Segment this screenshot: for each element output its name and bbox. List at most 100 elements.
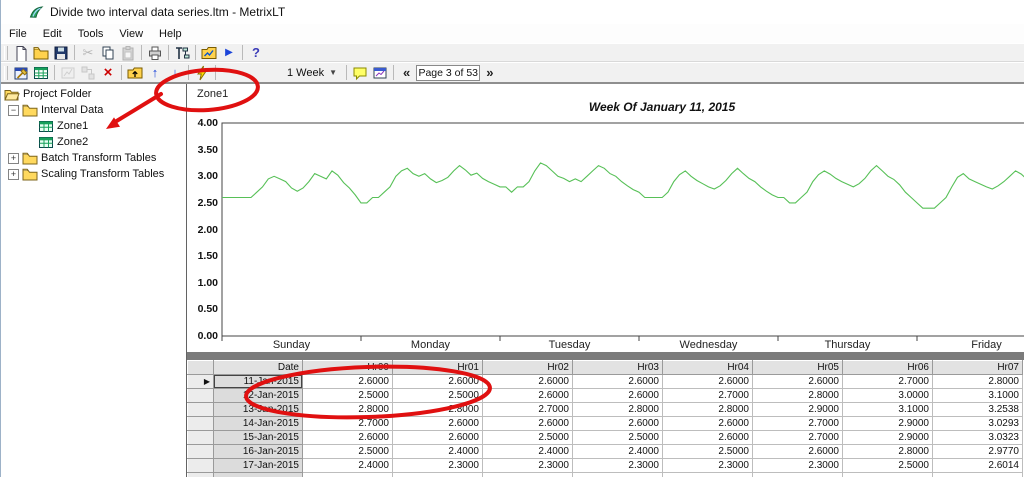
- value-cell[interactable]: 2.6000: [663, 375, 753, 389]
- new-document-button[interactable]: [11, 44, 31, 61]
- date-cell[interactable]: 17-Jan-2015: [214, 459, 303, 473]
- row-selector[interactable]: [188, 389, 214, 403]
- value-cell[interactable]: 2.5000: [393, 389, 483, 403]
- value-cell[interactable]: 2.8000: [303, 403, 393, 417]
- delete-button[interactable]: ×: [98, 64, 118, 81]
- value-cell[interactable]: 2.9000: [843, 431, 933, 445]
- value-cell[interactable]: 2.6000: [393, 375, 483, 389]
- next-page-button[interactable]: »: [480, 65, 499, 80]
- chart-table-splitter[interactable]: [187, 352, 1024, 360]
- column-header-hr06[interactable]: Hr06: [843, 361, 933, 375]
- folder-up-button[interactable]: [125, 64, 145, 81]
- tree-view-button[interactable]: [172, 44, 192, 61]
- row-selector[interactable]: [188, 403, 214, 417]
- value-cell[interactable]: 2.6000: [483, 389, 573, 403]
- value-cell[interactable]: 3.1000: [933, 389, 1023, 403]
- value-cell[interactable]: 2.6000: [303, 375, 393, 389]
- row-selector[interactable]: [188, 459, 214, 473]
- save-button[interactable]: [51, 44, 71, 61]
- sidebar-item-zone2[interactable]: Zone2: [1, 134, 186, 150]
- value-cell[interactable]: 2.7000: [663, 389, 753, 403]
- move-up-button[interactable]: ↑: [145, 64, 165, 81]
- date-cell[interactable]: 16-Jan-2015: [214, 445, 303, 459]
- value-cell[interactable]: 2.6000: [663, 417, 753, 431]
- value-cell[interactable]: 2.6000: [483, 417, 573, 431]
- value-cell[interactable]: 2.9000: [843, 417, 933, 431]
- value-cell[interactable]: 3.0323: [933, 431, 1023, 445]
- calculate-button[interactable]: [192, 64, 212, 81]
- column-header-hr01[interactable]: Hr01: [393, 361, 483, 375]
- sidebar-item-project-folder[interactable]: Project Folder: [1, 86, 186, 102]
- value-cell[interactable]: 2.6014: [933, 459, 1023, 473]
- menu-file[interactable]: File: [1, 26, 35, 42]
- value-cell[interactable]: 2.9770: [933, 445, 1023, 459]
- expand-box-icon[interactable]: +: [8, 169, 19, 180]
- sidebar-item-scaling-transform-tables[interactable]: +Scaling Transform Tables: [1, 166, 186, 182]
- value-cell[interactable]: 2.4000: [303, 459, 393, 473]
- date-cell[interactable]: 14-Jan-2015: [214, 417, 303, 431]
- interval-table-button[interactable]: [31, 64, 51, 81]
- value-cell[interactable]: 2.7000: [843, 375, 933, 389]
- value-cell[interactable]: 2.8000: [933, 375, 1023, 389]
- value-cell[interactable]: 2.5000: [573, 431, 663, 445]
- date-cell[interactable]: 13-Jan-2015: [214, 403, 303, 417]
- previous-page-button[interactable]: «: [397, 65, 416, 80]
- value-cell[interactable]: 2.3000: [753, 459, 843, 473]
- value-cell[interactable]: 2.3000: [573, 459, 663, 473]
- value-cell[interactable]: 2.5000: [843, 459, 933, 473]
- value-cell[interactable]: 2.6000: [753, 375, 843, 389]
- value-cell[interactable]: 2.6000: [393, 431, 483, 445]
- grid-corner-cell[interactable]: [188, 361, 214, 375]
- print-button[interactable]: [145, 44, 165, 61]
- menu-view[interactable]: View: [111, 26, 151, 42]
- value-cell[interactable]: 2.6000: [663, 431, 753, 445]
- value-cell[interactable]: 2.6000: [393, 417, 483, 431]
- copy-button[interactable]: [98, 44, 118, 61]
- value-cell[interactable]: 2.8000: [843, 445, 933, 459]
- value-cell[interactable]: 2.4000: [573, 445, 663, 459]
- help-button[interactable]: ?: [246, 44, 266, 61]
- collapse-box-icon[interactable]: −: [8, 105, 19, 116]
- column-header-hr05[interactable]: Hr05: [753, 361, 843, 375]
- value-cell[interactable]: 3.1000: [843, 403, 933, 417]
- value-cell[interactable]: 2.3000: [393, 459, 483, 473]
- value-cell[interactable]: 2.7000: [753, 431, 843, 445]
- column-header-hr07[interactable]: Hr07: [933, 361, 1023, 375]
- value-cell[interactable]: 3.0293: [933, 417, 1023, 431]
- value-cell[interactable]: 2.7000: [303, 417, 393, 431]
- interval-range-combo[interactable]: 1 Week▼: [281, 66, 343, 80]
- expand-box-icon[interactable]: +: [8, 153, 19, 164]
- value-cell[interactable]: 3.2538: [933, 403, 1023, 417]
- value-cell[interactable]: 2.4000: [393, 445, 483, 459]
- row-selector[interactable]: [188, 431, 214, 445]
- menu-tools[interactable]: Tools: [70, 26, 112, 42]
- row-selector[interactable]: [188, 417, 214, 431]
- value-cell[interactable]: 2.7000: [753, 417, 843, 431]
- value-cell[interactable]: 2.6000: [573, 417, 663, 431]
- column-header-hr00[interactable]: Hr00: [303, 361, 393, 375]
- value-cell[interactable]: 2.6000: [303, 431, 393, 445]
- menu-help[interactable]: Help: [151, 26, 190, 42]
- run-button[interactable]: ▶: [219, 44, 239, 61]
- value-cell[interactable]: 2.7000: [483, 403, 573, 417]
- value-cell[interactable]: 2.6000: [573, 389, 663, 403]
- comment-button[interactable]: [350, 64, 370, 81]
- sidebar-item-zone1[interactable]: Zone1: [1, 118, 186, 134]
- value-cell[interactable]: 2.3000: [663, 459, 753, 473]
- value-cell[interactable]: 2.5000: [483, 431, 573, 445]
- value-cell[interactable]: 2.4000: [483, 445, 573, 459]
- value-cell[interactable]: 2.6000: [573, 375, 663, 389]
- value-cell[interactable]: 2.8000: [753, 389, 843, 403]
- row-selector[interactable]: ▶: [188, 375, 214, 389]
- wizard-button[interactable]: [11, 64, 31, 81]
- value-cell[interactable]: 2.8000: [663, 403, 753, 417]
- date-cell[interactable]: 12-Jan-2015: [214, 389, 303, 403]
- column-header-hr04[interactable]: Hr04: [663, 361, 753, 375]
- column-header-hr02[interactable]: Hr02: [483, 361, 573, 375]
- value-cell[interactable]: 3.0000: [843, 389, 933, 403]
- chart-window-button[interactable]: [370, 64, 390, 81]
- value-cell[interactable]: 2.5000: [303, 389, 393, 403]
- value-cell[interactable]: 2.8000: [573, 403, 663, 417]
- date-cell[interactable]: 11-Jan-2015: [214, 375, 303, 389]
- column-header-hr03[interactable]: Hr03: [573, 361, 663, 375]
